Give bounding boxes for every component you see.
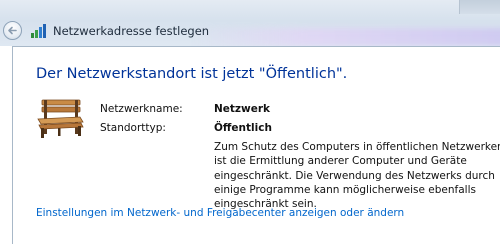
- network-name-label: Netzwerkname:: [100, 103, 183, 115]
- titlebar-corner: [459, 0, 500, 14]
- location-type-value: Öffentlich: [214, 122, 272, 134]
- title-bar: Netzwerkadresse festlegen: [0, 0, 500, 46]
- description-line: eingeschränkt. Die Verwendung des Netzwe…: [214, 169, 495, 182]
- description-line: ist die Ermittlung anderer Computer und …: [214, 155, 467, 168]
- page-heading: Der Netzwerkstandort ist jetzt "Öffentli…: [36, 66, 348, 82]
- park-bench-icon: [37, 99, 84, 138]
- location-description: Zum Schutz des Computers in öffentlichen…: [214, 140, 500, 211]
- titlebar-glow: [190, 28, 500, 46]
- network-icon: [31, 24, 46, 38]
- description-line: einige Programme kann möglicherweise ebe…: [214, 183, 476, 196]
- window-title: Netzwerkadresse festlegen: [53, 24, 210, 38]
- network-name-value: Netzwerk: [214, 103, 271, 115]
- location-type-label: Standorttyp:: [100, 122, 166, 134]
- back-arrow-icon: [8, 26, 17, 35]
- back-button[interactable]: [3, 21, 22, 40]
- description-line: Zum Schutz des Computers in öffentlichen…: [214, 141, 500, 153]
- network-center-link[interactable]: Einstellungen im Netzwerk- und Freigabec…: [36, 207, 404, 219]
